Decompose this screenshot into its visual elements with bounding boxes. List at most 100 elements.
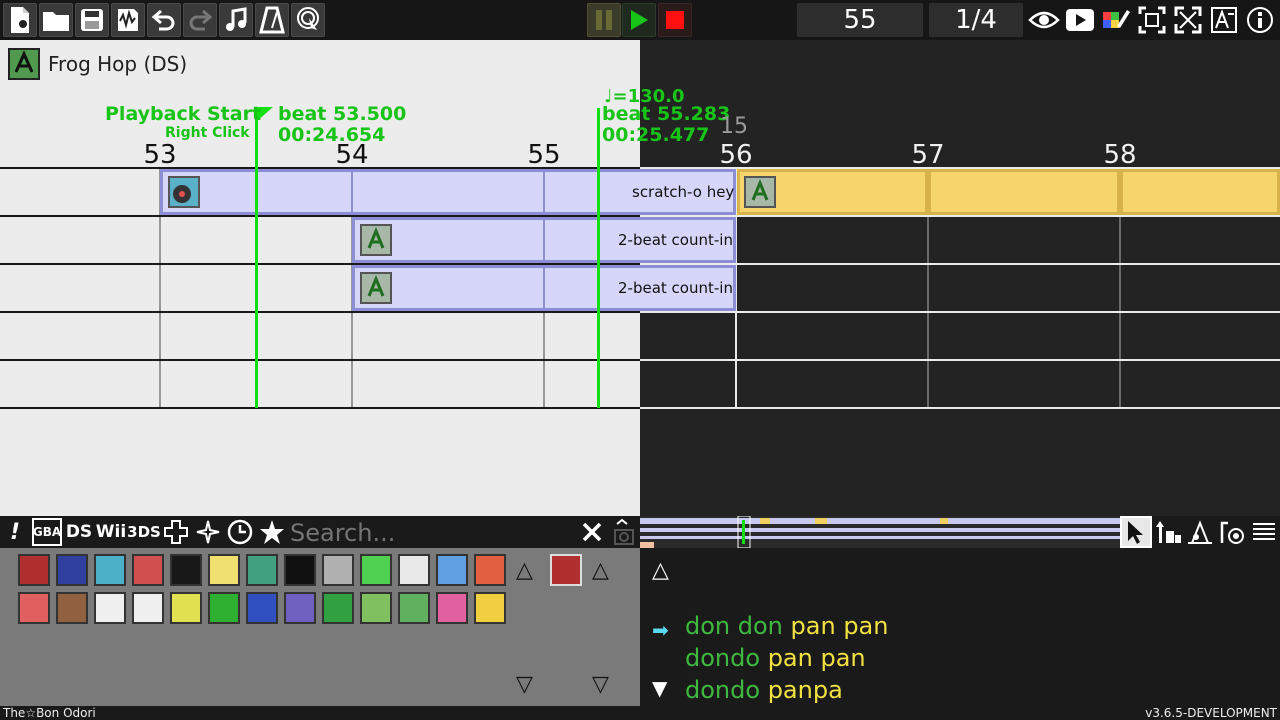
game-tile[interactable]	[132, 554, 164, 586]
save-icon	[81, 9, 103, 31]
select-tool[interactable]	[1120, 516, 1152, 548]
autoplay-button[interactable]	[291, 3, 325, 37]
tab-starred[interactable]	[258, 516, 286, 548]
filter-toggle-button[interactable]	[610, 516, 638, 548]
game-tile[interactable]	[398, 554, 430, 586]
game-tile[interactable]	[474, 554, 506, 586]
game-tile[interactable]	[284, 554, 316, 586]
music-settings-button[interactable]	[219, 3, 253, 37]
playback-start-line[interactable]	[255, 108, 258, 408]
play-preview-button[interactable]	[1064, 4, 1096, 36]
autoplay-icon	[297, 7, 319, 30]
switch-game-icon	[744, 176, 776, 208]
open-file-button[interactable]	[39, 3, 73, 37]
track-divider	[0, 359, 640, 361]
fit-view-button[interactable]	[1136, 4, 1168, 36]
tempo-change-icon	[1156, 521, 1181, 543]
tab-dpad[interactable]	[162, 516, 190, 548]
tab-recent[interactable]	[225, 516, 255, 548]
waveform-icon	[118, 9, 138, 31]
tab-sparkle[interactable]	[194, 516, 222, 548]
metronome-icon	[259, 6, 285, 34]
beat-marker: 58	[1103, 140, 1137, 170]
tab-gba[interactable]: GBA	[32, 518, 62, 546]
new-file-button[interactable]	[3, 3, 37, 37]
save-button[interactable]	[75, 3, 109, 37]
game-tile[interactable]	[170, 554, 202, 586]
game-tile[interactable]	[360, 554, 392, 586]
scroll-up-button[interactable]: △	[516, 560, 533, 582]
game-tile[interactable]	[322, 554, 354, 586]
language-button[interactable]	[1208, 4, 1240, 36]
pause-button[interactable]	[587, 3, 621, 37]
section-tool[interactable]	[1216, 516, 1248, 548]
stop-button[interactable]	[658, 3, 692, 37]
info-icon	[1247, 7, 1273, 33]
game-tile[interactable]	[246, 592, 278, 624]
play-button[interactable]	[622, 3, 656, 37]
metronome-button[interactable]	[255, 3, 289, 37]
game-tile[interactable]	[208, 592, 240, 624]
search-input[interactable]	[290, 519, 576, 547]
game-tile[interactable]	[94, 554, 126, 586]
scroll-down-button[interactable]: ▽	[592, 674, 609, 696]
game-tile[interactable]	[132, 592, 164, 624]
game-tile[interactable]	[284, 592, 316, 624]
tab-ds[interactable]: DS	[64, 516, 94, 548]
tempo-field[interactable]: 55	[797, 3, 923, 37]
audio-waveform-button[interactable]	[111, 3, 145, 37]
preview-view-button[interactable]	[1028, 4, 1060, 36]
block-label: 2-beat count-in	[618, 231, 733, 249]
game-tile[interactable]	[56, 554, 88, 586]
game-tile[interactable]	[94, 592, 126, 624]
palette-icon	[1103, 10, 1130, 28]
scroll-down-button[interactable]: ▽	[516, 674, 533, 696]
block-subdivision	[1117, 172, 1123, 212]
game-tile[interactable]	[398, 592, 430, 624]
lyric-part: don don	[685, 612, 783, 640]
record-scratch-icon	[168, 176, 200, 208]
beat-marker: 53	[143, 140, 177, 170]
tab-favorites-alert[interactable]: !	[4, 516, 26, 548]
game-tile[interactable]	[436, 554, 468, 586]
filter-options-icon	[614, 518, 634, 545]
volume-icon	[1188, 520, 1212, 544]
tab-wii[interactable]: Wii	[96, 516, 126, 548]
volume-tool[interactable]	[1184, 516, 1216, 548]
lyrics-scroll-down-icon[interactable]: ▼	[652, 676, 667, 700]
fullscreen-button[interactable]	[1172, 4, 1204, 36]
clear-search-button[interactable]	[578, 516, 606, 548]
game-tile[interactable]	[18, 592, 50, 624]
game-tile[interactable]	[474, 592, 506, 624]
game-tile[interactable]	[208, 554, 240, 586]
track-divider	[640, 407, 1280, 409]
snap-field[interactable]: 1/4	[929, 3, 1023, 37]
playback-start-hint: Right Click	[165, 125, 250, 141]
redo-button[interactable]	[183, 3, 217, 37]
info-button[interactable]	[1244, 4, 1276, 36]
undo-button[interactable]	[147, 3, 181, 37]
game-tile[interactable]	[246, 554, 278, 586]
playhead-line[interactable]	[597, 108, 600, 408]
game-tile[interactable]	[360, 592, 392, 624]
scroll-up-button[interactable]: △	[592, 560, 609, 582]
game-tile[interactable]	[436, 592, 468, 624]
list-view-tool[interactable]	[1248, 516, 1280, 548]
tempo-tool[interactable]	[1152, 516, 1184, 548]
new-file-icon	[11, 7, 29, 33]
game-tile[interactable]	[170, 592, 202, 624]
lyrics-scroll-up-icon[interactable]: △	[652, 560, 669, 582]
selected-game-switch-block[interactable]	[737, 169, 1280, 215]
game-tile[interactable]	[56, 592, 88, 624]
game-tile[interactable]	[18, 554, 50, 586]
tab-3ds[interactable]: 3DS	[127, 516, 161, 548]
current-line-arrow-icon: ➡	[652, 618, 669, 642]
timeline-minimap[interactable]	[640, 515, 1120, 549]
fullscreen-icon	[1174, 6, 1202, 34]
game-tile[interactable]	[322, 592, 354, 624]
eye-icon	[1028, 11, 1060, 29]
measure-number: 15	[720, 114, 748, 139]
selected-game-tile[interactable]	[550, 554, 582, 586]
dpad-icon	[164, 520, 188, 544]
theme-button[interactable]	[1100, 4, 1132, 36]
